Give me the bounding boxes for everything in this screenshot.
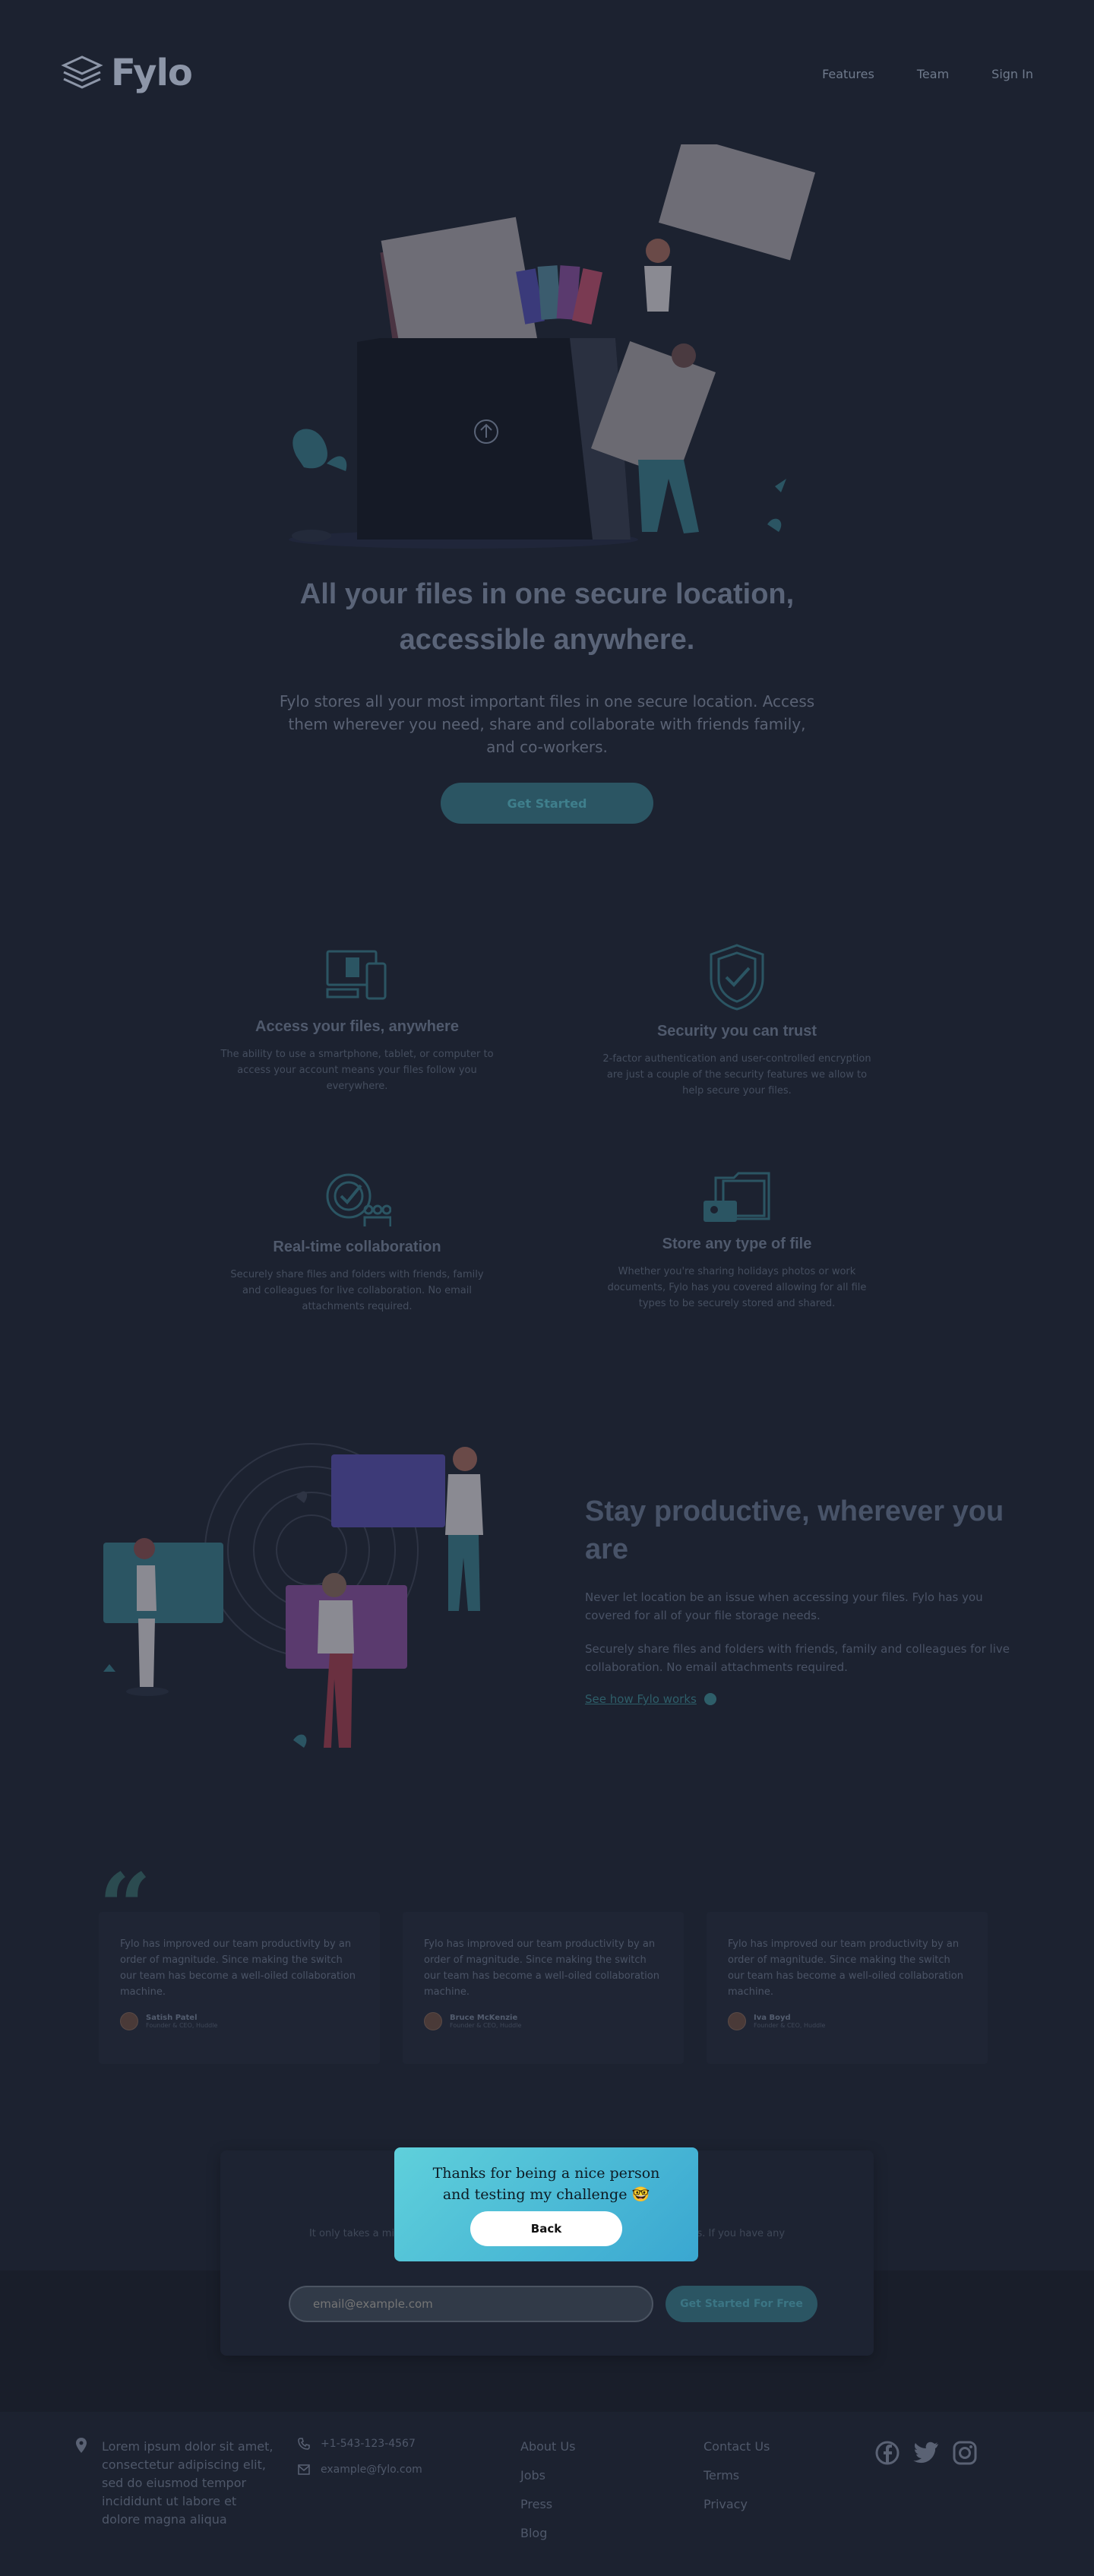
header: Fylo Features Team Sign In bbox=[61, 52, 1033, 97]
footer-links-1: About Us Jobs Press Blog bbox=[520, 2438, 575, 2553]
footer-link-jobs[interactable]: Jobs bbox=[520, 2467, 575, 2485]
testimonial-role: Founder & CEO, Huddle bbox=[146, 2022, 218, 2029]
testimonial-card: Fylo has improved our team productivity … bbox=[403, 1912, 684, 2064]
testimonial-person: Satish Patel Founder & CEO, Huddle bbox=[120, 2012, 359, 2030]
footer-link-contact[interactable]: Contact Us bbox=[704, 2438, 770, 2456]
feature-access: Access your files, anywhere The ability … bbox=[220, 947, 494, 1094]
avatar bbox=[728, 2012, 746, 2030]
footer-phone-row: +1-543-123-4567 bbox=[298, 2438, 422, 2450]
shield-icon bbox=[710, 944, 764, 1011]
footer: Lorem ipsum dolor sit amet, consectetur … bbox=[0, 2412, 1094, 2576]
devices-icon bbox=[326, 950, 387, 1000]
feature-title: Store any type of file bbox=[662, 1236, 812, 1252]
social-links bbox=[875, 2441, 977, 2465]
footer-contact: +1-543-123-4567 example@fylo.com bbox=[298, 2438, 422, 2489]
email-icon bbox=[298, 2464, 310, 2475]
testimonial-person: Iva Boyd Founder & CEO, Huddle bbox=[728, 2012, 966, 2030]
feature-collaboration: Real-time collaboration Securely share f… bbox=[220, 1170, 494, 1315]
feature-storage: Store any type of file Whether you're sh… bbox=[600, 1170, 874, 1312]
instagram-icon[interactable] bbox=[953, 2441, 977, 2465]
productive-paragraph-2: Securely share files and folders with fr… bbox=[585, 1642, 1010, 1674]
testimonial-name: Iva Boyd bbox=[754, 2014, 791, 2022]
hero-description: Fylo stores all your most important file… bbox=[279, 692, 815, 756]
get-started-button[interactable]: Get Started bbox=[441, 783, 653, 824]
folder-icon bbox=[704, 1172, 770, 1222]
footer-link-privacy[interactable]: Privacy bbox=[704, 2495, 770, 2514]
footer-address: Lorem ipsum dolor sit amet, consectetur … bbox=[102, 2439, 274, 2527]
testimonial-role: Founder & CEO, Huddle bbox=[754, 2022, 826, 2029]
feature-title: Real-time collaboration bbox=[273, 1239, 441, 1255]
avatar bbox=[120, 2012, 138, 2030]
feature-text: Whether you're sharing holidays photos o… bbox=[607, 1266, 867, 1309]
see-how-link[interactable]: See how Fylo works bbox=[585, 1692, 716, 1706]
footer-email[interactable]: example@fylo.com bbox=[321, 2464, 422, 2476]
footer-link-terms[interactable]: Terms bbox=[704, 2467, 770, 2485]
hero-illustration bbox=[289, 144, 816, 549]
feature-title: Security you can trust bbox=[656, 1023, 817, 1040]
facebook-icon[interactable] bbox=[875, 2441, 900, 2465]
testimonial-text: Fylo has improved our team productivity … bbox=[728, 1938, 963, 1998]
feature-text: The ability to use a smartphone, tablet,… bbox=[220, 1049, 494, 1092]
footer-phone[interactable]: +1-543-123-4567 bbox=[321, 2438, 416, 2450]
testimonial-person: Bruce McKenzie Founder & CEO, Huddle bbox=[424, 2012, 662, 2030]
testimonial-text: Fylo has improved our team productivity … bbox=[120, 1938, 356, 1998]
main-nav: Features Team Sign In bbox=[822, 67, 1033, 81]
avatar bbox=[424, 2012, 442, 2030]
testimonial-name: Satish Patel bbox=[146, 2014, 198, 2022]
page: Fylo Features Team Sign In All your file… bbox=[0, 0, 1094, 2576]
testimonial-card: Fylo has improved our team productivity … bbox=[707, 1912, 988, 2064]
logo-icon bbox=[61, 55, 103, 89]
nav-team[interactable]: Team bbox=[917, 67, 949, 81]
email-input[interactable] bbox=[289, 2286, 653, 2322]
feature-text: Securely share files and folders with fr… bbox=[230, 1269, 484, 1312]
feature-text: 2-factor authentication and user-control… bbox=[602, 1053, 871, 1097]
footer-link-blog[interactable]: Blog bbox=[520, 2524, 575, 2543]
location-pin-icon bbox=[76, 2438, 87, 2453]
modal-message: Thanks for being a nice person and testi… bbox=[432, 2165, 660, 2203]
testimonial-name: Bruce McKenzie bbox=[450, 2014, 518, 2022]
footer-location: Lorem ipsum dolor sit amet, consectetur … bbox=[76, 2438, 277, 2529]
collaboration-icon bbox=[326, 1173, 391, 1226]
footer-email-row: example@fylo.com bbox=[298, 2464, 422, 2476]
testimonial-role: Founder & CEO, Huddle bbox=[450, 2022, 522, 2029]
logo[interactable]: Fylo bbox=[61, 52, 193, 94]
productive-title: Stay productive, wherever you are bbox=[585, 1495, 1004, 1565]
twitter-icon[interactable] bbox=[913, 2441, 939, 2464]
footer-links-2: Contact Us Terms Privacy bbox=[704, 2438, 770, 2524]
phone-icon bbox=[298, 2438, 310, 2450]
arrow-circle-icon bbox=[704, 1693, 716, 1705]
footer-link-about[interactable]: About Us bbox=[520, 2438, 575, 2456]
get-started-free-button[interactable]: Get Started For Free bbox=[666, 2286, 817, 2322]
nav-signin[interactable]: Sign In bbox=[991, 67, 1033, 81]
productive-paragraph-1: Never let location be an issue when acce… bbox=[585, 1590, 983, 1622]
feature-title: Access your files, anywhere bbox=[255, 1018, 459, 1035]
see-how-link-label: See how Fylo works bbox=[585, 1692, 697, 1706]
thanks-modal: Thanks for being a nice person and testi… bbox=[394, 2147, 698, 2261]
testimonial-card: Fylo has improved our team productivity … bbox=[99, 1912, 380, 2064]
productive-illustration bbox=[103, 1443, 483, 1748]
footer-link-press[interactable]: Press bbox=[520, 2495, 575, 2514]
back-button[interactable]: Back bbox=[470, 2211, 622, 2246]
logo-text: Fylo bbox=[111, 52, 193, 94]
testimonial-text: Fylo has improved our team productivity … bbox=[424, 1938, 659, 1998]
hero-title: All your files in one secure location, a… bbox=[299, 578, 795, 656]
nav-features[interactable]: Features bbox=[822, 67, 874, 81]
feature-security: Security you can trust 2-factor authenti… bbox=[600, 942, 874, 1099]
